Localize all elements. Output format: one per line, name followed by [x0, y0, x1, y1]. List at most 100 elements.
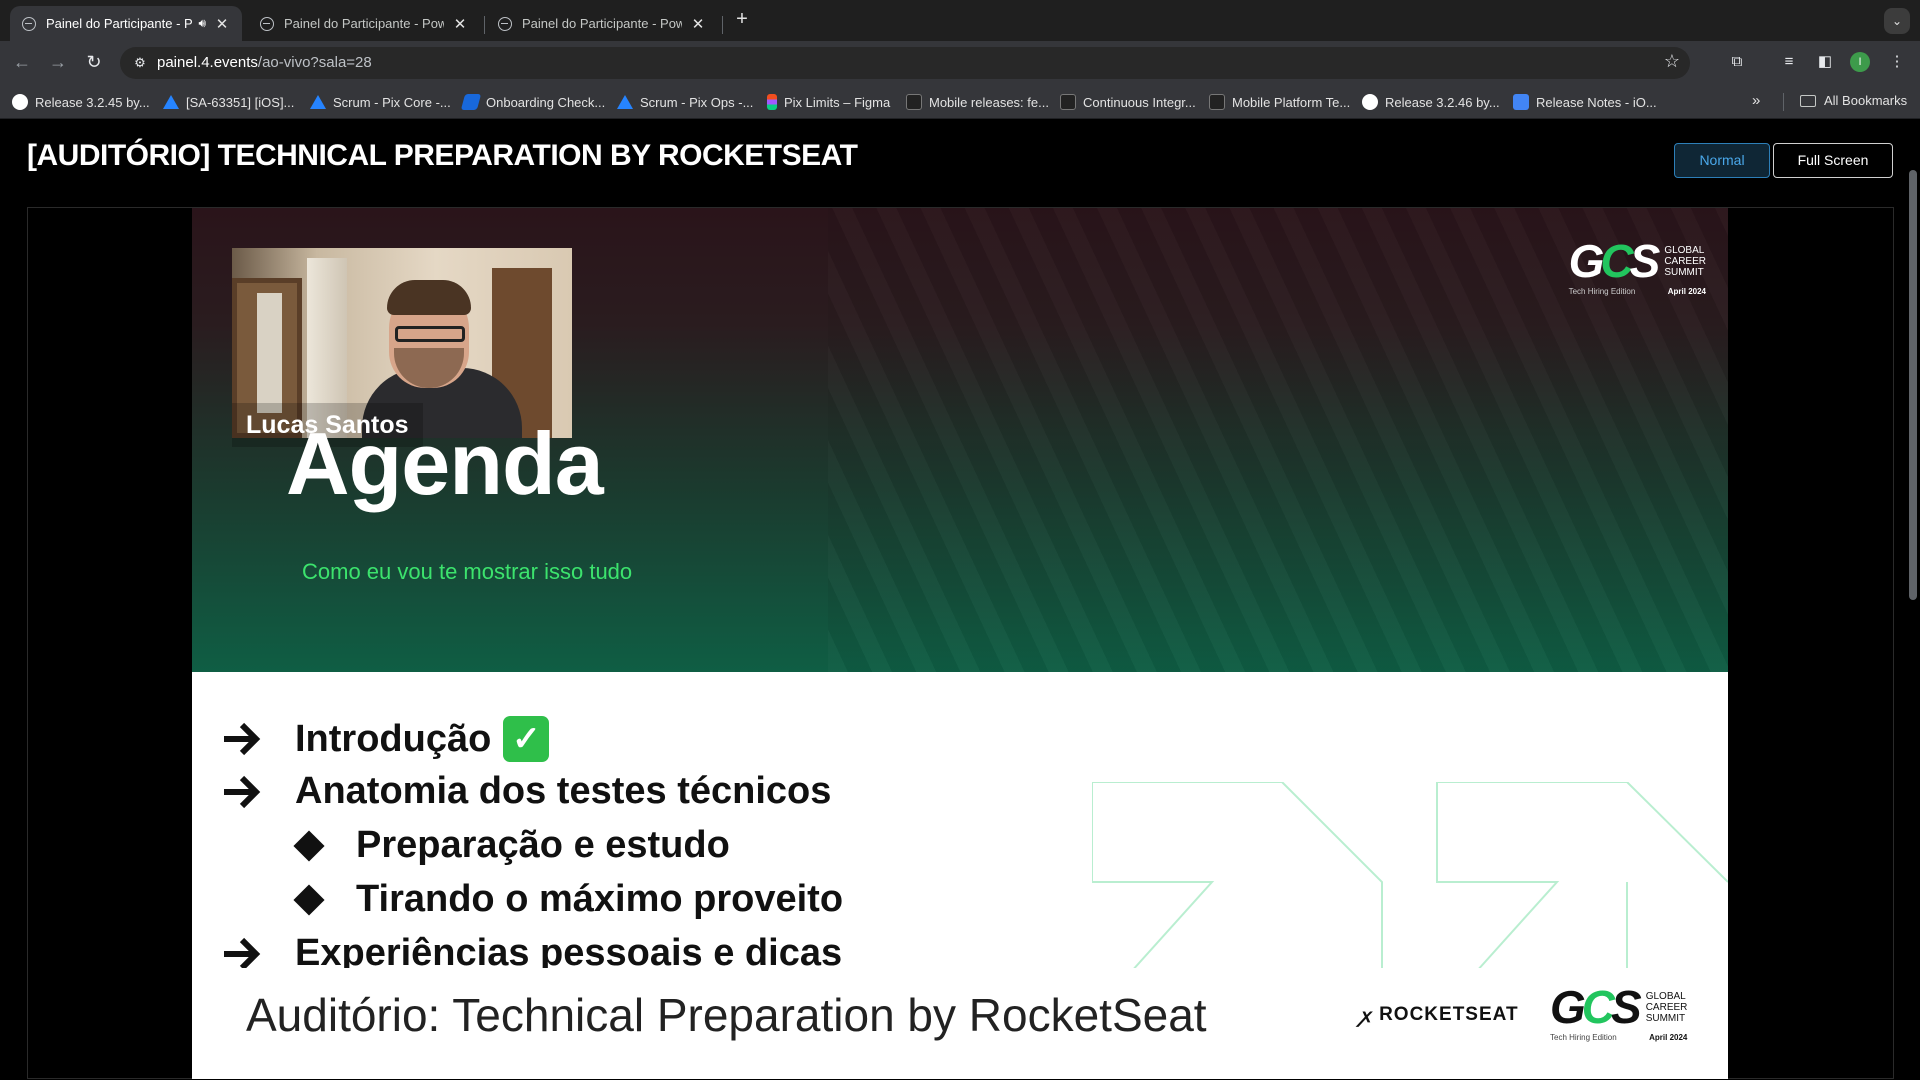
slide-heading: Agenda [286, 414, 604, 513]
speaker-icon[interactable]: 🔊︎ [198, 16, 206, 31]
gcs-date: April 2024 [1667, 287, 1706, 296]
profile-avatar[interactable]: I [1850, 52, 1870, 72]
tab-search-button[interactable]: ⌄ [1884, 8, 1910, 34]
agenda-item-text: Anatomia dos testes técnicos [295, 770, 832, 812]
agenda-subitem: Tirando o máximo proveito [290, 878, 843, 921]
github-icon [1362, 94, 1378, 110]
slide-subheading: Como eu vou te mostrar isso tudo [302, 559, 633, 584]
url-domain: painel.4.events [157, 54, 258, 71]
normal-view-button[interactable]: Normal [1674, 143, 1770, 178]
browser-toolbar: ← → ↻ ⚙ painel.4.events/ao-vivo?sala=28 … [0, 41, 1920, 84]
bookmark-label: Continuous Integr... [1083, 94, 1196, 110]
menu-icon[interactable]: ⋮ [1886, 51, 1908, 73]
page-title: [AUDITÓRIO] TECHNICAL PREPARATION BY ROC… [27, 139, 858, 172]
bookmark-item[interactable]: Mobile Platform Te... [1209, 93, 1350, 111]
more-bookmarks-icon[interactable]: » [1752, 92, 1760, 109]
full-screen-button[interactable]: Full Screen [1773, 143, 1893, 178]
gcs-logo: GCS GLOBAL CAREER SUMMIT Tech Hiring Editi… [1568, 235, 1706, 296]
all-bookmarks-button[interactable]: All Bookmarks [1800, 93, 1907, 108]
diamond-bullet-icon [293, 883, 325, 916]
agenda-item-text: Preparação e estudo [356, 824, 730, 866]
doc-dark-icon [906, 94, 922, 110]
figma-icon [767, 94, 777, 110]
speaker-hair [387, 280, 471, 315]
github-icon [12, 94, 28, 110]
tab-3[interactable]: Painel do Participante - Powe ✕ [486, 6, 718, 41]
reload-icon[interactable]: ↻ [82, 50, 106, 74]
gcs-mark: GCS [1568, 235, 1661, 287]
globe-icon [260, 16, 274, 31]
bookmarks-bar: Release 3.2.45 by... [SA-63351] [iOS]...… [0, 84, 1920, 119]
gcs-wordmark: GLOBAL CAREER SUMMIT [1664, 244, 1706, 278]
bookmark-label: Scrum - Pix Core -... [333, 94, 451, 110]
bookmark-label: [SA-63351] [iOS]... [186, 94, 295, 110]
bookmark-item[interactable]: [SA-63351] [iOS]... [163, 93, 294, 111]
close-tab-icon[interactable]: ✕ [214, 15, 230, 33]
close-tab-icon[interactable]: ✕ [690, 15, 706, 33]
gcs-edition: Tech Hiring Edition [1550, 1033, 1617, 1042]
folder-icon [1800, 94, 1816, 107]
rocketseat-label: ROCKETSEAT [1379, 1004, 1519, 1025]
bookmark-label: Mobile Platform Te... [1232, 94, 1351, 110]
media-controls-icon[interactable]: ≡ [1778, 51, 1800, 73]
bookmarks-separator [1783, 93, 1784, 111]
agenda-item-text: Tirando o máximo proveito [356, 878, 844, 920]
tab-1[interactable]: Painel do Participante - Pc 🔊︎ ✕ [10, 6, 242, 41]
bookmark-item[interactable]: Release 3.2.45 by... [12, 93, 150, 111]
tab-title: Painel do Participante - Powe [522, 16, 682, 31]
doc-dark-icon [1060, 94, 1076, 110]
gcs-mark: GCS [1550, 981, 1642, 1033]
bookmark-item[interactable]: Onboarding Check... [460, 93, 605, 111]
tab-separator [484, 16, 485, 34]
agenda-item: Introdução ✓ [222, 716, 550, 762]
url-text[interactable]: painel.4.events/ao-vivo?sala=28 [157, 54, 372, 71]
bookmark-item[interactable]: Continuous Integr... [1060, 93, 1196, 111]
diamond-bullet-icon [293, 829, 325, 862]
page-scrollbar[interactable] [1909, 170, 1917, 600]
check-icon: ✓ [503, 716, 550, 762]
forward-icon[interactable]: → [46, 50, 70, 74]
url-path: /ao-vivo?sala=28 [257, 54, 372, 71]
tab-2[interactable]: Painel do Participante - Powe ✕ [248, 6, 480, 41]
bookmark-label: Release 3.2.45 by... [35, 94, 150, 110]
jira-icon [163, 95, 179, 109]
extensions-icon[interactable]: ⧉ [1726, 51, 1748, 73]
gcs-edition: Tech Hiring Edition [1568, 287, 1636, 296]
gcs-logo-footer: GCS GLOBAL CAREER SUMMIT Tech Hiring Editi… [1550, 981, 1688, 1042]
footer-title: Auditório: Technical Preparation by Rock… [246, 989, 1207, 1041]
new-tab-button[interactable]: + [730, 8, 754, 31]
jira-icon [617, 95, 633, 109]
bookmark-label: Scrum - Pix Ops -... [640, 94, 754, 110]
slide-footer: Auditório: Technical Preparation by Rock… [192, 968, 1728, 1079]
jira-icon [310, 95, 326, 109]
bookmark-item[interactable]: Scrum - Pix Ops -... [617, 93, 753, 111]
tab-title: Painel do Participante - Powe [284, 16, 444, 31]
bookmark-item[interactable]: Pix Limits – Figma [767, 93, 890, 111]
bookmark-item[interactable]: Release Notes - iO... [1513, 93, 1657, 111]
agenda-item-text: Introdução [295, 717, 492, 760]
slide-header: Lucas Santos Agenda Como eu vou te mostr… [192, 208, 1728, 672]
globe-icon [22, 16, 36, 31]
doc-dark-icon [1209, 94, 1225, 110]
close-tab-icon[interactable]: ✕ [452, 15, 468, 33]
agenda-item: Anatomia dos testes técnicos [222, 770, 831, 813]
bookmark-item[interactable]: Scrum - Pix Core -... [310, 93, 451, 111]
site-info-icon[interactable]: ⚙ [130, 53, 150, 73]
bookmark-star-icon[interactable]: ☆ [1664, 51, 1680, 72]
back-icon[interactable]: ← [10, 50, 34, 74]
gcs-wordmark: GLOBAL CAREER SUMMIT [1645, 990, 1688, 1024]
rocketseat-logo: ꭗ ROCKETSEAT [1360, 1002, 1519, 1028]
tab-separator [722, 16, 723, 34]
confluence-icon [460, 94, 482, 110]
page-content: [AUDITÓRIO] TECHNICAL PREPARATION BY ROC… [0, 119, 1920, 1080]
bookmark-item[interactable]: Mobile releases: fe... [906, 93, 1049, 111]
bookmark-label: Release Notes - iO... [1536, 94, 1657, 110]
speaker-glasses [395, 326, 465, 342]
address-bar[interactable]: ⚙ painel.4.events/ao-vivo?sala=28 ☆ [120, 47, 1690, 79]
agenda-subitem: Preparação e estudo [290, 824, 730, 867]
bookmark-item[interactable]: Release 3.2.46 by... [1362, 93, 1500, 111]
bookmark-label: Mobile releases: fe... [929, 94, 1049, 110]
bookmark-label: Pix Limits – Figma [784, 94, 891, 110]
presentation-slide: Lucas Santos Agenda Como eu vou te mostr… [192, 208, 1728, 1079]
side-panel-icon[interactable]: ◧ [1814, 51, 1836, 73]
